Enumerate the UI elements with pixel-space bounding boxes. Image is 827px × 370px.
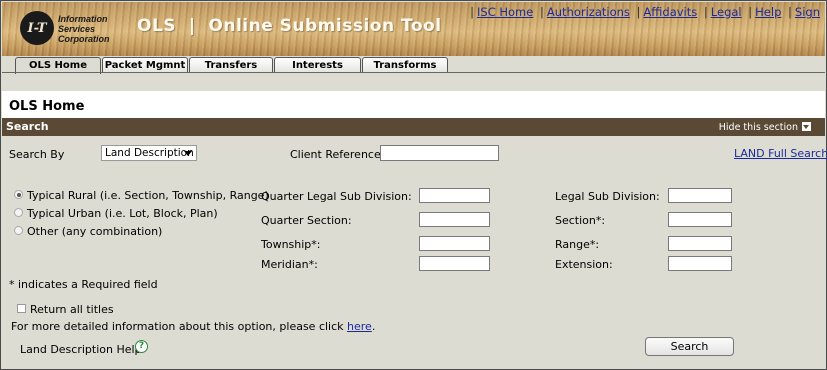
quarter-section-label: Quarter Section: xyxy=(261,214,352,227)
tab-transfers[interactable]: Transfers xyxy=(189,57,273,73)
range-label: Range*: xyxy=(555,238,600,251)
isc-home-link[interactable]: ISC Home xyxy=(477,5,533,19)
page-title: OLS Home xyxy=(9,99,85,114)
range-input[interactable] xyxy=(668,236,732,251)
section-input[interactable] xyxy=(668,212,732,227)
radio-typical-urban-label: Typical Urban (i.e. Lot, Block, Plan) xyxy=(27,207,218,220)
land-full-search-link[interactable]: LAND Full Search xyxy=(734,147,827,160)
search-by-value: Land Description xyxy=(105,147,194,159)
township-input[interactable] xyxy=(419,236,490,251)
tab-packet-mgmnt[interactable]: Packet Mgmnt xyxy=(102,57,188,73)
collapse-arrow-icon xyxy=(802,122,811,131)
logo-line-1: Information xyxy=(58,14,108,24)
authorizations-link[interactable]: Authorizations xyxy=(547,5,630,19)
tab-transforms[interactable]: Transforms xyxy=(362,57,448,73)
more-info-here-link[interactable]: here xyxy=(347,320,372,333)
extension-input[interactable] xyxy=(668,256,732,271)
help-link[interactable]: Help xyxy=(755,5,781,19)
header-banner: I-T Information Services Corporation OLS… xyxy=(2,2,825,56)
help-question-icon[interactable]: ? xyxy=(135,340,148,353)
meridian-input[interactable] xyxy=(419,256,490,271)
logo-line-2: Services xyxy=(58,24,96,34)
extension-label: Extension: xyxy=(555,258,613,271)
client-reference-input[interactable] xyxy=(380,145,499,161)
return-all-titles-checkbox[interactable] xyxy=(17,304,26,313)
section-title: Search xyxy=(6,120,49,133)
radio-typical-rural[interactable] xyxy=(14,190,23,199)
return-all-titles-label: Return all titles xyxy=(30,303,114,316)
land-description-help-label: Land Description Help xyxy=(20,343,142,356)
tab-interests[interactable]: Interests xyxy=(274,57,361,73)
legal-sub-division-input[interactable] xyxy=(668,188,732,203)
logo-mark: I-T xyxy=(27,20,47,36)
main-tabs: OLS Home Packet Mgmnt Transfers Interest… xyxy=(15,57,448,74)
logo-seal-icon: I-T xyxy=(20,11,54,45)
logo-line-3: Corporation xyxy=(58,34,110,44)
section-header-search: Search Hide this section xyxy=(2,118,825,136)
radio-typical-urban[interactable] xyxy=(14,208,23,217)
search-form: Search By Land Description Client Refere… xyxy=(2,136,827,369)
required-field-note: * indicates a Required field xyxy=(9,278,158,291)
tab-divider xyxy=(2,72,825,73)
app-title: OLS | Online Submission Tool xyxy=(137,16,442,36)
search-button[interactable]: Search xyxy=(645,337,734,356)
radio-other-label: Other (any combination) xyxy=(27,225,163,238)
hide-section-toggle[interactable]: Hide this section xyxy=(719,122,811,133)
quarter-legal-sub-division-label: Quarter Legal Sub Division: xyxy=(261,190,412,203)
affidavits-link[interactable]: Affidavits xyxy=(643,5,697,19)
app-window: I-T Information Services Corporation OLS… xyxy=(0,0,827,370)
quarter-section-input[interactable] xyxy=(419,212,490,227)
company-logo-text: Information Services Corporation xyxy=(58,14,110,44)
page-header: OLS Home xyxy=(2,91,825,118)
search-by-select[interactable]: Land Description xyxy=(101,145,197,161)
quarter-legal-sub-division-input[interactable] xyxy=(419,188,490,203)
search-by-label: Search By xyxy=(9,148,65,161)
sign-link[interactable]: Sign xyxy=(795,5,820,19)
legal-link[interactable]: Legal xyxy=(711,5,742,19)
legal-sub-division-label: Legal Sub Division: xyxy=(555,190,660,203)
meridian-label: Meridian*: xyxy=(261,258,318,271)
radio-other[interactable] xyxy=(14,226,23,235)
client-reference-label: Client Reference: xyxy=(290,148,385,161)
hide-section-label: Hide this section xyxy=(718,122,798,133)
more-info-text: For more detailed information about this… xyxy=(11,320,376,333)
chevron-down-icon xyxy=(184,151,192,156)
township-label: Township*: xyxy=(261,238,321,251)
section-label: Section*: xyxy=(555,214,606,227)
radio-typical-rural-label: Typical Rural (i.e. Section, Township, R… xyxy=(27,189,269,202)
top-nav-links: | ISC Home | Authorizations | Affidavits | L… xyxy=(470,5,820,19)
